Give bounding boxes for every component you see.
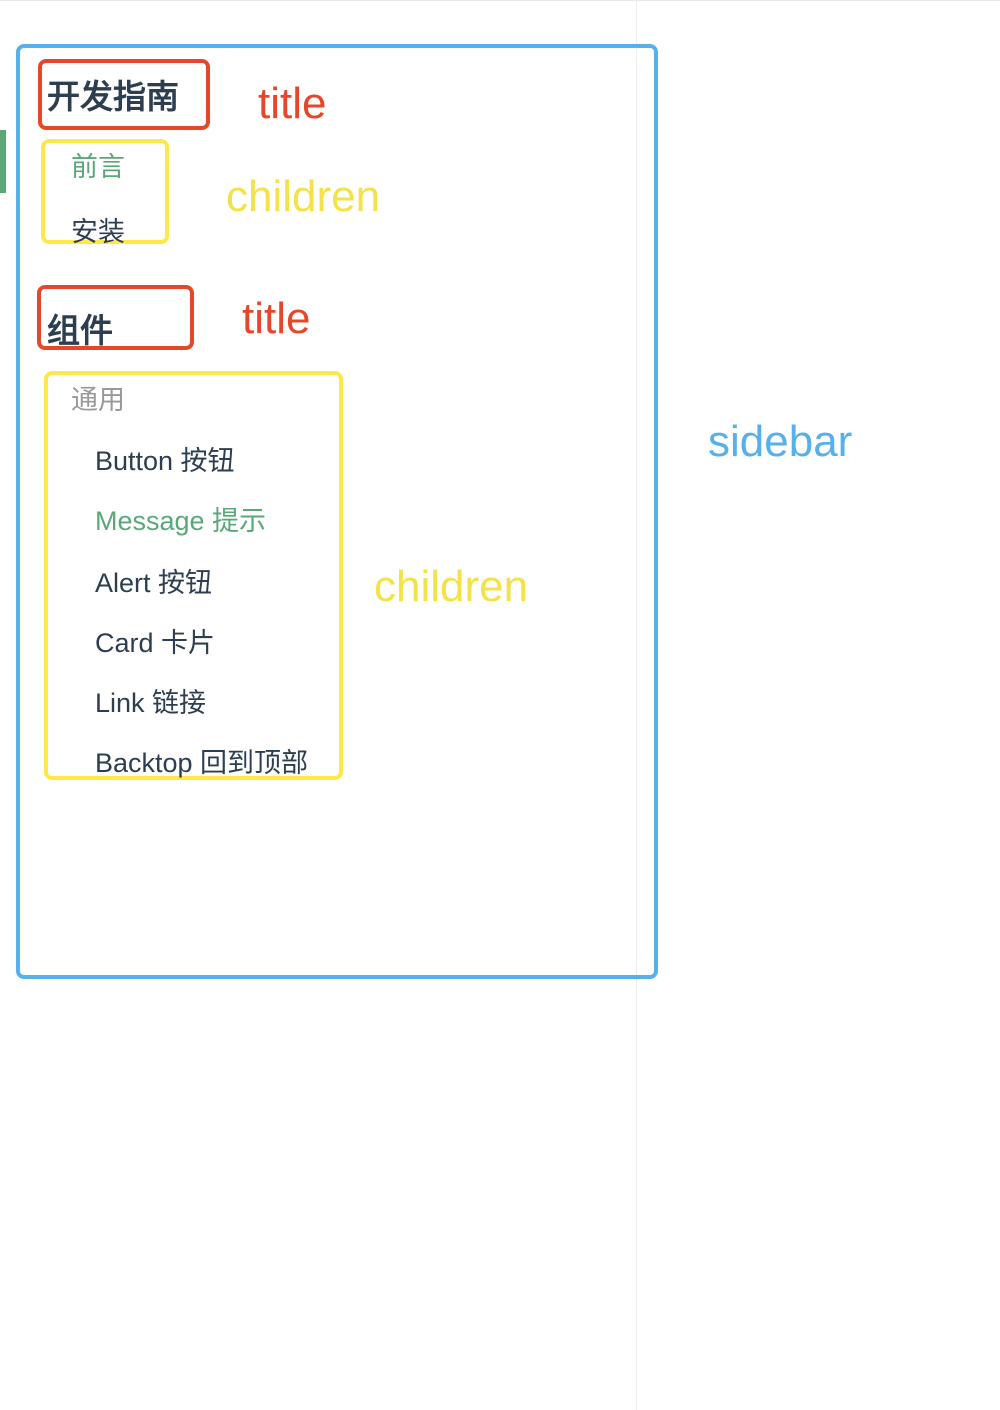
annotation-label-title-1: title xyxy=(258,79,327,128)
top-border xyxy=(0,0,1000,1)
section-title-dev-guide: 开发指南 xyxy=(47,78,179,115)
active-indicator xyxy=(0,130,6,193)
nav-item-message[interactable]: Message 提示 xyxy=(95,499,266,538)
annotation-label-title-2: title xyxy=(242,294,311,343)
nav-item-card[interactable]: Card 卡片 xyxy=(95,621,215,660)
section-title-components: 组件 xyxy=(47,312,113,349)
annotation-label-sidebar: sidebar xyxy=(708,417,853,466)
nav-item-backtop[interactable]: Backtop 回到顶部 xyxy=(95,741,308,780)
nav-item-button[interactable]: Button 按钮 xyxy=(95,439,235,478)
nav-item-preface[interactable]: 前言 xyxy=(71,145,125,184)
group-label-common: 通用 xyxy=(71,385,125,415)
annotation-label-children-2: children xyxy=(374,562,529,611)
nav-item-alert[interactable]: Alert 按钮 xyxy=(95,561,212,600)
nav-item-link[interactable]: Link 链接 xyxy=(95,681,206,720)
annotation-label-children-1: children xyxy=(226,172,381,221)
nav-item-install[interactable]: 安装 xyxy=(71,210,125,249)
